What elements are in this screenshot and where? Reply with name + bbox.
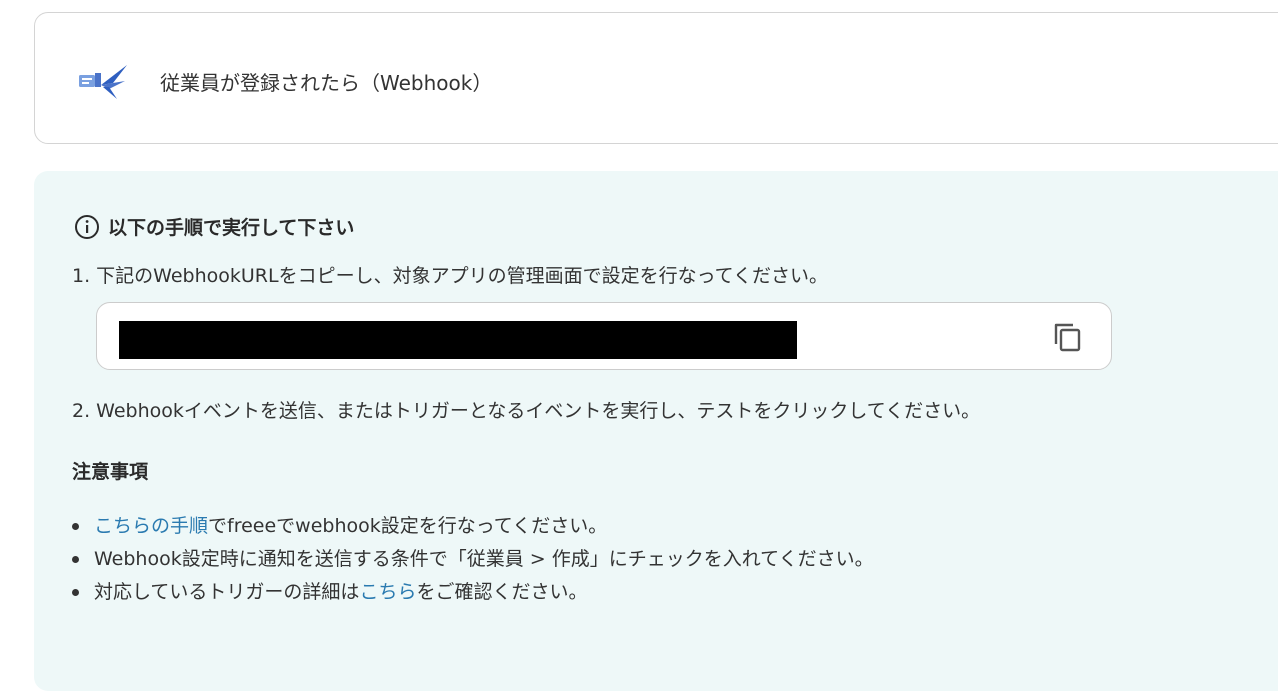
instructions-panel: 以下の手順で実行して下さい 1. 下記のWebhookURLをコピーし、対象アプ…	[34, 171, 1278, 691]
note-text: Webhook設定時に通知を送信する条件で「従業員 > 作成」にチェックを入れて…	[94, 548, 874, 570]
trigger-card[interactable]: 従業員が登録されたら（Webhook）	[34, 12, 1278, 144]
instructions-heading-text: 以下の手順で実行して下さい	[108, 217, 355, 239]
instructions-heading: 以下の手順で実行して下さい	[74, 213, 354, 240]
webhook-url-value[interactable]	[119, 321, 797, 359]
info-icon	[75, 214, 99, 239]
bullet	[72, 523, 79, 530]
freee-hr-app-icon	[79, 65, 127, 99]
step-1-text: 1. 下記のWebhookURLをコピーし、対象アプリの管理画面で設定を行なって…	[72, 265, 829, 287]
step-2-text: 2. Webhookイベントを送信、またはトリガーとなるイベントを実行し、テスト…	[72, 400, 981, 422]
bullet	[72, 556, 79, 563]
note-text-prefix: 対応しているトリガーの詳細は	[94, 581, 360, 603]
notes-heading: 注意事項	[72, 461, 149, 483]
copy-icon[interactable]	[1051, 320, 1085, 354]
list-item: Webhook設定時に通知を送信する条件で「従業員 > 作成」にチェックを入れて…	[72, 544, 874, 577]
trigger-details-link[interactable]: こちら	[359, 581, 416, 603]
note-text-suffix: をご確認ください。	[416, 581, 588, 603]
bullet	[72, 589, 79, 596]
notes-list: こちらの手順でfreeeでwebhook設定を行なってください。 Webhook…	[72, 511, 874, 610]
setup-guide-link[interactable]: こちらの手順	[94, 515, 208, 537]
webhook-url-box[interactable]	[96, 302, 1112, 370]
list-item: 対応しているトリガーの詳細はこちらをご確認ください。	[72, 577, 874, 610]
list-item: こちらの手順でfreeeでwebhook設定を行なってください。	[72, 511, 874, 544]
trigger-title: 従業員が登録されたら（Webhook）	[160, 71, 493, 95]
note-text: でfreeeでwebhook設定を行なってください。	[208, 515, 608, 537]
